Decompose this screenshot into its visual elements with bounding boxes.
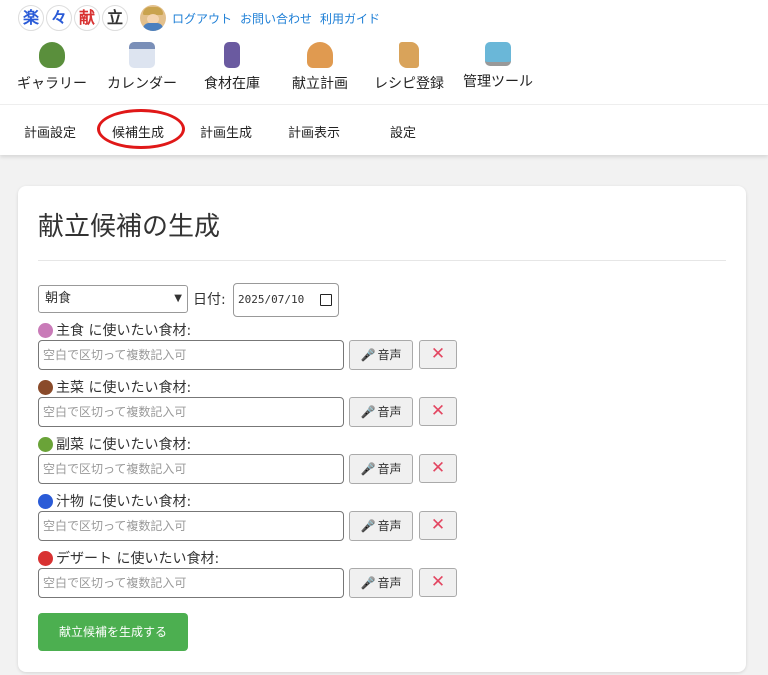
menu-meal-plan[interactable]: 献立計画 <box>292 42 348 100</box>
microphone-icon: 🎤 <box>360 576 376 590</box>
staple-label: 主食 に使いたい食材: <box>38 320 191 340</box>
cabinet-icon <box>224 42 240 68</box>
staple-label-text: 主食 に使いたい食材: <box>56 323 192 339</box>
meat-icon <box>38 379 53 395</box>
voice-label: 音声 <box>377 405 402 419</box>
voice-label: 音声 <box>377 519 402 533</box>
date-input[interactable]: 2025/07/10 <box>233 283 339 317</box>
meal-type-value: 朝食 <box>45 291 72 306</box>
logo-char: 献 <box>74 5 100 31</box>
menu-meal-plan-label: 献立計画 <box>292 76 348 92</box>
menu-inventory[interactable]: 食材在庫 <box>204 42 260 100</box>
menu-admin-label: 管理ツール <box>463 74 533 90</box>
body-shape <box>143 23 163 31</box>
soup-clear-button[interactable]: ✕ <box>419 511 457 540</box>
microphone-icon: 🎤 <box>360 462 376 476</box>
main-dish-label-text: 主菜 に使いたい食材: <box>56 380 192 396</box>
microphone-icon: 🎤 <box>360 519 376 533</box>
soup-input[interactable]: 空白で区切って複数記入可 <box>38 511 344 541</box>
staple-clear-button[interactable]: ✕ <box>419 340 457 369</box>
dessert-group: デザート に使いたい食材: 空白で区切って複数記入可 🎤 音声 ✕ <box>38 548 458 606</box>
main-dish-group: 主菜 に使いたい食材: 空白で区切って複数記入可 🎤 音声 ✕ <box>38 377 458 435</box>
date-value: 2025/07/10 <box>238 293 305 306</box>
side-dish-group: 副菜 に使いたい食材: 空白で区切って複数記入可 🎤 音声 ✕ <box>38 434 458 492</box>
logout-link[interactable]: ログアウト <box>172 10 232 27</box>
computer-icon <box>485 42 511 66</box>
soup-group: 汁物 に使いたい食材: 空白で区切って複数記入可 🎤 音声 ✕ <box>38 491 458 549</box>
menu-calendar-label: カレンダー <box>107 76 177 92</box>
side-dish-label-text: 副菜 に使いたい食材: <box>56 437 192 453</box>
soup-voice-button[interactable]: 🎤 音声 <box>349 511 413 541</box>
subnav-settings[interactable]: 設定 <box>390 122 416 141</box>
staple-group: 主食 に使いたい食材: 空白で区切って複数記入可 🎤 音声 ✕ <box>38 320 458 378</box>
main-dish-label: 主菜 に使いたい食材: <box>38 377 191 397</box>
dessert-voice-button[interactable]: 🎤 音声 <box>349 568 413 598</box>
title-divider <box>38 260 726 261</box>
rice-icon <box>38 322 53 338</box>
microphone-icon: 🎤 <box>360 405 376 419</box>
page-title: 献立候補の生成 <box>38 212 221 242</box>
candidate-form-card: 献立候補の生成 朝食 ▼ 日付: 2025/07/10 主食 に使いたい食材: … <box>18 186 746 672</box>
staple-voice-button[interactable]: 🎤 音声 <box>349 340 413 370</box>
highlight-circle <box>97 109 185 149</box>
chevron-down-icon: ▼ <box>174 293 182 304</box>
menu-recipe-label: レシピ登録 <box>374 76 444 92</box>
staple-input[interactable]: 空白で区切って複数記入可 <box>38 340 344 370</box>
guide-link[interactable]: 利用ガイド <box>320 10 380 27</box>
dessert-clear-button[interactable]: ✕ <box>419 568 457 597</box>
user-avatar <box>140 5 166 31</box>
main-dish-clear-button[interactable]: ✕ <box>419 397 457 426</box>
side-dish-input[interactable]: 空白で区切って複数記入可 <box>38 454 344 484</box>
logo-char: 々 <box>46 5 72 31</box>
menu-calendar[interactable]: カレンダー <box>107 42 177 100</box>
soup-label-text: 汁物 に使いたい食材: <box>56 494 192 510</box>
contact-link[interactable]: お問い合わせ <box>240 10 312 27</box>
voice-label: 音声 <box>377 462 402 476</box>
calendar-icon <box>129 42 155 68</box>
apple-icon <box>38 550 53 566</box>
subnav-plan-settings[interactable]: 計画設定 <box>24 122 76 141</box>
account-links: ログアウト お問い合わせ 利用ガイド <box>172 10 380 27</box>
chef-icon <box>307 42 333 68</box>
meal-type-select[interactable]: 朝食 ▼ <box>38 285 188 313</box>
soup-label: 汁物 に使いたい食材: <box>38 491 191 511</box>
menu-admin[interactable]: 管理ツール <box>463 42 533 100</box>
main-dish-voice-button[interactable]: 🎤 音声 <box>349 397 413 427</box>
scroll-icon <box>399 42 419 68</box>
broccoli-icon <box>38 436 53 452</box>
calendar-picker-icon[interactable] <box>320 294 332 306</box>
microphone-icon: 🎤 <box>360 348 376 362</box>
logo-char: 楽 <box>18 5 44 31</box>
menu-gallery-label: ギャラリー <box>17 76 87 92</box>
subnav-plan-generation[interactable]: 計画生成 <box>200 122 252 141</box>
site-logo[interactable]: 楽 々 献 立 <box>18 5 128 31</box>
side-dish-voice-button[interactable]: 🎤 音声 <box>349 454 413 484</box>
soup-icon <box>38 493 53 509</box>
subnav-plan-display[interactable]: 計画表示 <box>288 122 340 141</box>
date-label: 日付: <box>193 292 226 308</box>
site-header: 楽 々 献 立 ログアウト お問い合わせ 利用ガイド ギャラリー カレンダー 食… <box>0 0 768 155</box>
menu-recipe[interactable]: レシピ登録 <box>374 42 444 100</box>
menu-gallery[interactable]: ギャラリー <box>17 42 87 100</box>
generate-button[interactable]: 献立候補を生成する <box>38 613 188 651</box>
salad-icon <box>39 42 65 68</box>
voice-label: 音声 <box>377 348 402 362</box>
dessert-label: デザート に使いたい食材: <box>38 548 219 568</box>
dessert-label-text: デザート に使いたい食材: <box>56 551 220 567</box>
logo-char: 立 <box>102 5 128 31</box>
main-dish-input[interactable]: 空白で区切って複数記入可 <box>38 397 344 427</box>
menu-inventory-label: 食材在庫 <box>204 76 260 92</box>
voice-label: 音声 <box>377 576 402 590</box>
side-dish-label: 副菜 に使いたい食材: <box>38 434 191 454</box>
dessert-input[interactable]: 空白で区切って複数記入可 <box>38 568 344 598</box>
side-dish-clear-button[interactable]: ✕ <box>419 454 457 483</box>
